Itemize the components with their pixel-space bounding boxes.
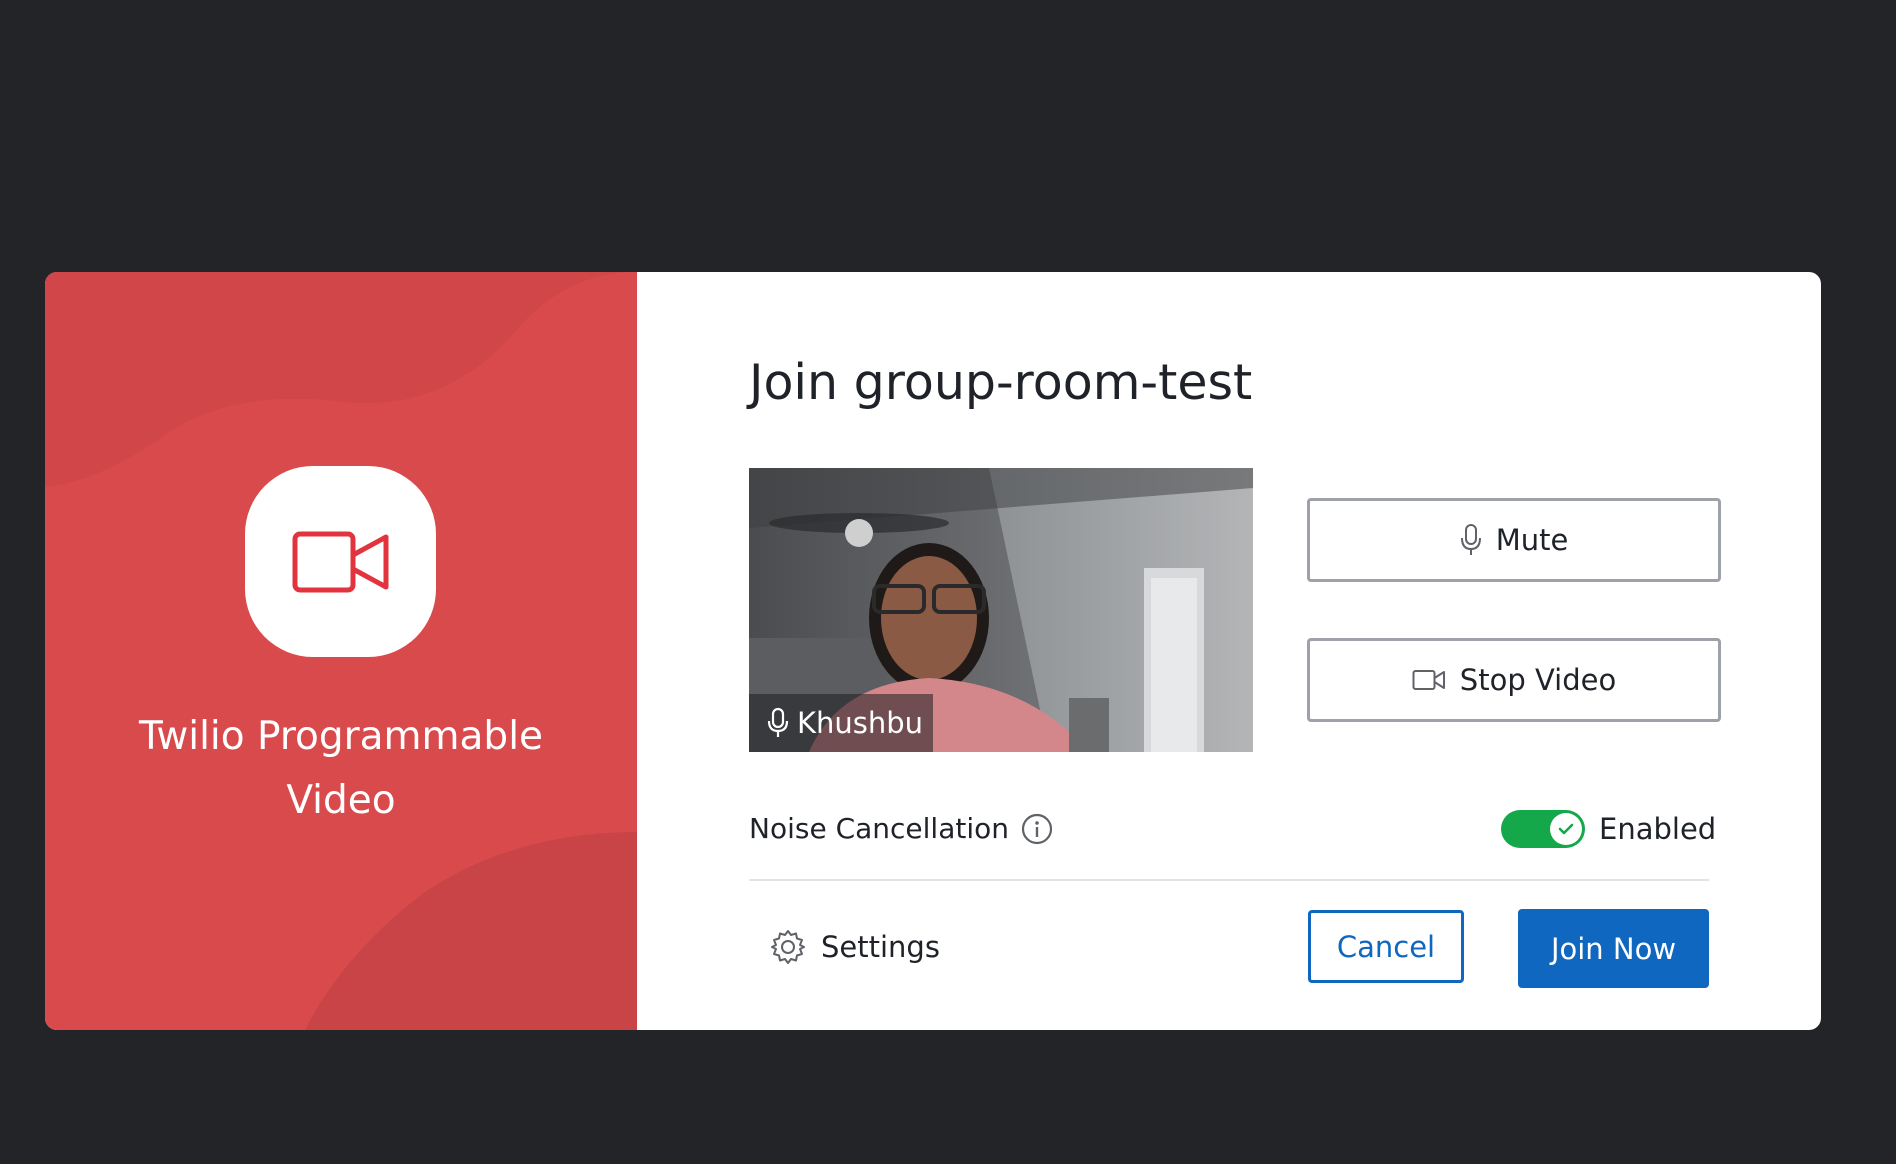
stop-video-label: Stop Video: [1459, 663, 1617, 697]
cancel-button[interactable]: Cancel: [1308, 910, 1464, 983]
join-now-button[interactable]: Join Now: [1518, 909, 1709, 988]
app-logo: [245, 466, 436, 657]
toggle-status-label: Enabled: [1599, 812, 1717, 846]
info-icon[interactable]: [1021, 813, 1053, 845]
check-icon: [1558, 823, 1574, 835]
settings-link[interactable]: Settings: [769, 928, 940, 966]
microphone-icon: [767, 707, 789, 737]
brand-title: Twilio Programmable Video: [138, 714, 544, 823]
mute-label: Mute: [1495, 523, 1569, 557]
brand-panel: Twilio Programmable Video: [45, 272, 637, 1030]
local-video-preview: Khushbu: [749, 468, 1253, 752]
mute-button[interactable]: Mute: [1307, 498, 1721, 582]
noise-cancellation-row: Noise Cancellation: [749, 812, 1053, 845]
divider: [749, 879, 1709, 881]
video-camera-icon: [1412, 670, 1445, 690]
participant-name-tag: Khushbu: [749, 694, 934, 752]
dialog-content: Join group-room-test Khushbu Mute Stop V…: [637, 272, 1821, 1030]
dialog-title: Join group-room-test: [749, 354, 1253, 411]
stop-video-button[interactable]: Stop Video: [1307, 638, 1721, 722]
join-room-dialog: Twilio Programmable Video Join group-roo…: [45, 272, 1821, 1030]
microphone-icon: [1460, 524, 1481, 555]
toggle-knob: [1550, 813, 1582, 845]
video-camera-icon: [292, 531, 388, 592]
noise-cancellation-toggle[interactable]: [1501, 810, 1585, 848]
participant-name: Khushbu: [797, 706, 924, 740]
settings-label: Settings: [821, 930, 940, 964]
noise-cancellation-label: Noise Cancellation: [749, 812, 1009, 845]
gear-icon: [771, 930, 805, 964]
